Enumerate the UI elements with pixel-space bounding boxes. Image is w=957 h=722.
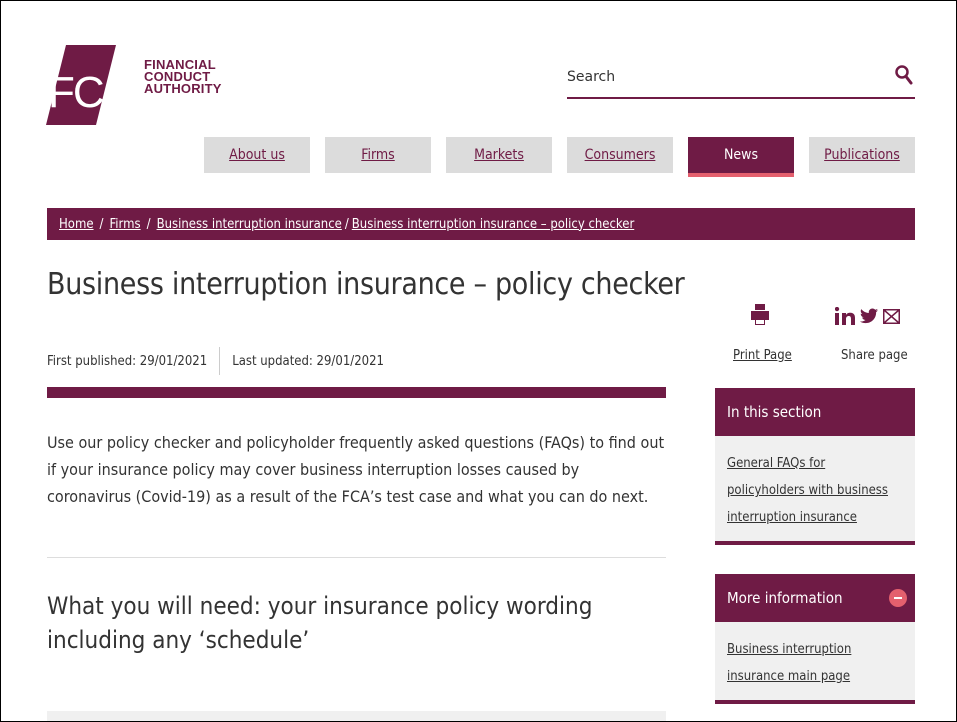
print-page-link[interactable]: Print Page (733, 348, 792, 363)
content-panel-top (47, 711, 666, 721)
printer-icon[interactable] (751, 304, 769, 330)
email-icon[interactable] (883, 308, 900, 328)
intro-paragraph: Use our policy checker and policyholder … (47, 433, 665, 506)
share-icons (834, 306, 900, 329)
in-this-section-title: In this section (727, 403, 822, 421)
share-page-label: Share page (841, 348, 908, 363)
breadcrumb-firms[interactable]: Firms (110, 217, 141, 232)
publish-meta: First published: 29/01/2021 Last updated… (47, 347, 384, 375)
svg-text:FCA: FCA (48, 68, 133, 117)
linkedin-icon[interactable] (834, 306, 855, 329)
breadcrumb: Home / Firms / Business interruption ins… (47, 208, 915, 240)
breadcrumb-business-interruption[interactable]: Business interruption insurance (157, 217, 342, 232)
content-divider-bar (47, 387, 666, 398)
in-this-section-heading: In this section (715, 388, 915, 436)
logo-line-3: AUTHORITY (144, 81, 222, 96)
fca-logo-mark: FCA (46, 45, 135, 125)
breadcrumb-current[interactable]: Business interruption insurance – policy… (352, 217, 634, 232)
what-you-need-heading: What you will need: your insurance polic… (47, 592, 593, 654)
more-information-panel: More information Business interruption i… (715, 574, 915, 704)
collapse-minus-icon[interactable] (889, 589, 907, 607)
search-input[interactable] (567, 69, 867, 85)
fca-logo[interactable]: FCA FINANCIAL CONDUCT AUTHORITY (46, 45, 221, 127)
more-information-heading[interactable]: More information (715, 574, 915, 622)
page-title: Business interruption insurance – policy… (47, 267, 685, 302)
more-information-title: More information (727, 589, 843, 607)
general-faqs-link[interactable]: General FAQs for policyholders with busi… (727, 456, 888, 525)
breadcrumb-separator: / (344, 216, 349, 232)
bii-main-page-link[interactable]: Business interruption insurance main pag… (727, 642, 851, 684)
first-published: First published: 29/01/2021 (47, 353, 208, 369)
last-updated: Last updated: 29/01/2021 (232, 353, 384, 369)
breadcrumb-separator: / (99, 216, 104, 232)
section-divider (47, 557, 666, 558)
in-this-section-panel: In this section General FAQs for policyh… (715, 388, 915, 545)
nav-item-about-us[interactable]: About us (204, 137, 310, 173)
page-frame: FCA FINANCIAL CONDUCT AUTHORITY About us… (0, 0, 957, 722)
more-information-body: Business interruption insurance main pag… (715, 622, 915, 704)
nav-item-publications[interactable]: Publications (809, 137, 915, 173)
nav-item-markets[interactable]: Markets (446, 137, 552, 173)
in-this-section-body: General FAQs for policyholders with busi… (715, 436, 915, 545)
twitter-icon[interactable] (860, 308, 878, 328)
breadcrumb-separator: / (146, 216, 151, 232)
search-bar (567, 59, 915, 99)
main-nav: About us Firms Markets Consumers News Pu… (1, 137, 956, 179)
breadcrumb-home[interactable]: Home (59, 217, 94, 232)
search-icon[interactable] (895, 65, 913, 89)
nav-item-news[interactable]: News (688, 137, 794, 177)
nav-item-firms[interactable]: Firms (325, 137, 431, 173)
nav-item-consumers[interactable]: Consumers (567, 137, 673, 173)
logo-wordmark: FINANCIAL CONDUCT AUTHORITY (144, 58, 222, 96)
meta-divider (219, 347, 221, 375)
